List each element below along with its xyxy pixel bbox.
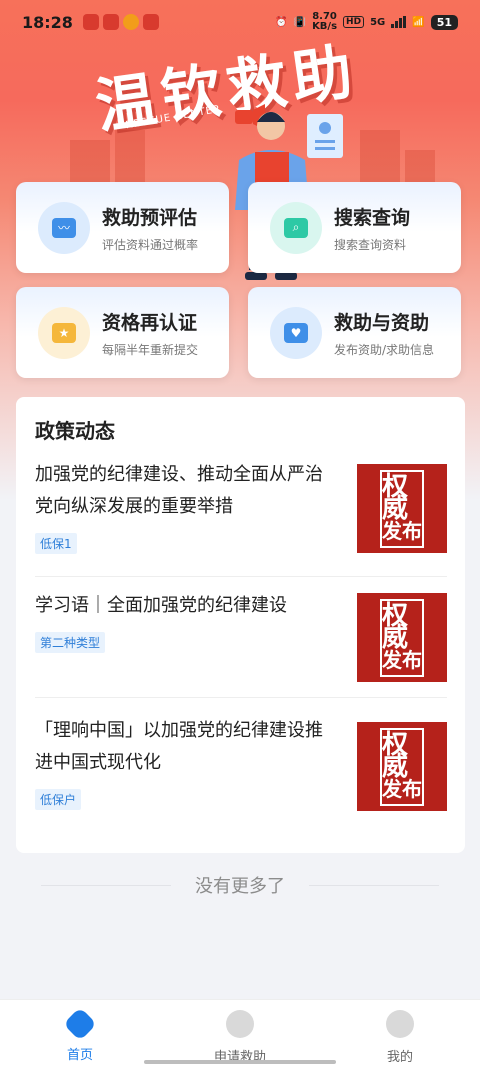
card-search-query[interactable]: ⌕ 搜索查询 搜索查询资料 [248, 182, 461, 273]
news-tag: 低保1 [35, 533, 77, 554]
news-headline: 加强党的纪律建设、推动全面从严治党向纵深发展的重要举措 [35, 464, 323, 517]
search-icon [226, 1010, 254, 1038]
tab-label: 我的 [386, 1050, 413, 1065]
battery-indicator: 51 [430, 14, 458, 30]
app-notification-icon [122, 14, 139, 30]
card-title: 救助与资助 [334, 311, 430, 334]
app-notification-icon [82, 14, 99, 30]
bottom-tab-bar: 首页 申请救助 我的 [0, 999, 480, 1067]
home-icon [63, 1007, 97, 1041]
news-headline: 学习语｜全面加强党的纪律建设 [35, 595, 287, 616]
news-tag: 低保户 [35, 789, 82, 810]
tab-mine[interactable]: 我的 [320, 1000, 480, 1067]
no-more-text: 没有更多了 [195, 876, 285, 897]
tab-home[interactable]: 首页 [0, 1000, 160, 1067]
section-title: 政策动态 [35, 419, 115, 443]
tab-label: 首页 [66, 1048, 93, 1063]
notification-icons [82, 14, 159, 30]
tab-apply-rescue[interactable]: 申请救助 [160, 1000, 320, 1067]
card-rescue-pre-assessment[interactable]: 〰 救助预评估 评估资料通过概率 [16, 182, 229, 273]
app-notification-icon [142, 14, 159, 30]
news-item[interactable]: 「理响中国」以加强党的纪律建设推进中国式现代化 低保户 权威 发布 [35, 715, 447, 833]
wifi-icon: 📶 [412, 16, 425, 28]
card-qualification-recertification[interactable]: ★ 资格再认证 每隔半年重新提交 [16, 287, 229, 378]
news-headline: 「理响中国」以加强党的纪律建设推进中国式现代化 [35, 720, 323, 773]
search-icon: ⌕ [270, 201, 322, 254]
news-item[interactable]: 加强党的纪律建设、推动全面从严治党向纵深发展的重要举措 低保1 权威 发布 [35, 459, 447, 577]
app-notification-icon [102, 14, 119, 30]
divider [309, 884, 439, 886]
card-subtitle: 每隔半年重新提交 [102, 342, 199, 357]
heart-icon: ♥ [270, 306, 322, 359]
card-title: 救助预评估 [102, 206, 198, 229]
news-thumbnail: 权威 发布 [357, 464, 447, 553]
card-subtitle: 发布资助/求助信息 [334, 342, 435, 357]
card-rescue-and-funding[interactable]: ♥ 救助与资助 发布资助/求助信息 [248, 287, 461, 378]
card-title: 搜索查询 [334, 206, 411, 229]
news-thumbnail: 权威 发布 [357, 722, 447, 811]
monitor-icon: 〰 [38, 201, 90, 254]
vibrate-icon: 📳 [293, 16, 307, 28]
policy-news-panel: 政策动态 加强党的纪律建设、推动全面从严治党向纵深发展的重要举措 低保1 权威发… [16, 397, 465, 853]
news-item[interactable]: 学习语｜全面加强党的纪律建设 第二种类型 权威 发布 [35, 590, 447, 698]
divider [41, 884, 171, 886]
alarm-icon: ⏰ [275, 16, 288, 28]
status-time: 18:28 [22, 12, 73, 32]
home-indicator[interactable] [144, 1060, 336, 1064]
news-tag: 第二种类型 [35, 632, 106, 653]
card-title: 资格再认证 [102, 311, 198, 334]
no-more-indicator: 没有更多了 [0, 870, 480, 900]
card-subtitle: 搜索查询资料 [334, 237, 407, 252]
signal-icon [391, 16, 407, 28]
card-subtitle: 评估资料通过概率 [102, 237, 199, 252]
star-icon: ★ [38, 306, 90, 359]
user-icon [386, 1010, 414, 1038]
news-thumbnail: 权威 发布 [357, 593, 447, 682]
